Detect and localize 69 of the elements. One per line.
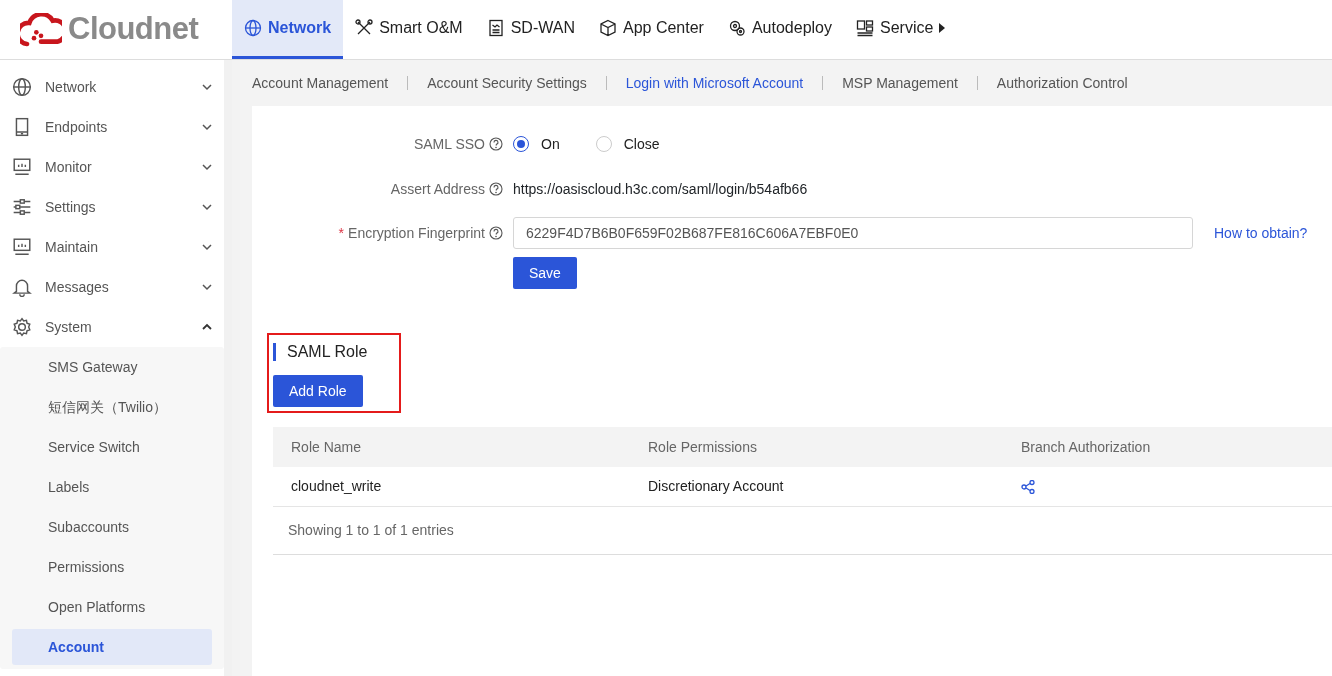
- sub-tab[interactable]: Account Management: [252, 72, 389, 94]
- sub-tab[interactable]: Authorization Control: [996, 72, 1128, 94]
- brand-name: Cloudnet: [68, 10, 199, 49]
- column-header: Role Name: [290, 437, 363, 457]
- top-nav-tab[interactable]: Service: [844, 0, 958, 59]
- radio-option[interactable]: On: [513, 133, 560, 155]
- sidebar-item[interactable]: Messages: [0, 267, 224, 307]
- chevron-icon: [202, 203, 212, 211]
- chevron-icon: [202, 83, 212, 91]
- document-icon: [486, 19, 505, 37]
- submenu-item[interactable]: Labels: [12, 467, 212, 507]
- pagination-info: Showing 1 to 1 of 1 entries: [273, 507, 1332, 555]
- submenu-item[interactable]: Account: [12, 629, 212, 665]
- section-title: SAML Role: [273, 343, 395, 361]
- gears-icon: [727, 19, 746, 37]
- required-mark: *: [338, 223, 345, 243]
- sliders-icon: [12, 197, 32, 217]
- globe-icon: [12, 77, 32, 97]
- sidebar-item[interactable]: Maintain: [0, 227, 224, 267]
- sidebar-item[interactable]: System: [0, 307, 224, 347]
- submenu-item[interactable]: Service Switch: [12, 427, 212, 467]
- share-icon[interactable]: [1021, 480, 1035, 495]
- help-icon: [489, 182, 503, 196]
- cube-icon: [599, 19, 617, 37]
- tools-icon: [355, 19, 374, 37]
- globe-icon: [244, 19, 262, 37]
- sub-tab[interactable]: Account Security Settings: [427, 72, 587, 94]
- field-label: SAML SSO: [413, 134, 485, 154]
- monitor-icon: [12, 157, 32, 177]
- layout-icon: [856, 19, 874, 37]
- sub-tab[interactable]: MSP Management: [842, 72, 958, 94]
- how-to-obtain-link[interactable]: How to obtain?: [1214, 222, 1308, 244]
- top-nav-tab[interactable]: App Center: [587, 0, 716, 59]
- field-label: Assert Address: [390, 179, 485, 199]
- submenu-item[interactable]: 短信网关（Twilio）: [12, 387, 212, 427]
- submenu-item[interactable]: Open Platforms: [12, 587, 212, 627]
- fingerprint-input[interactable]: 6229F4D7B6B0F659F02B687FE816C606A7EBF0E0: [513, 217, 1193, 249]
- radio-option[interactable]: Close: [595, 133, 660, 155]
- sidebar-item[interactable]: Network: [0, 67, 224, 107]
- help-icon: [489, 226, 503, 240]
- help-icon: [489, 137, 503, 151]
- field-label: Encryption Fingerprint: [348, 223, 485, 243]
- chevron-icon: [202, 243, 212, 251]
- table-cell-text: cloudnet_write: [290, 477, 383, 496]
- top-nav-tab[interactable]: Smart O&M: [343, 0, 475, 59]
- submenu-item[interactable]: SMS Gateway: [12, 347, 212, 387]
- sidebar-item[interactable]: Endpoints: [0, 107, 224, 147]
- top-nav-tab[interactable]: Autodeploy: [715, 0, 844, 59]
- monitor-icon: [12, 237, 32, 257]
- settings-icon: [12, 317, 32, 337]
- chevron-icon: [202, 283, 212, 291]
- save-button[interactable]: Save: [513, 257, 577, 289]
- chevron-icon: [202, 323, 212, 331]
- chevron-icon: [202, 123, 212, 131]
- submenu-item[interactable]: Permissions: [12, 547, 212, 587]
- assert-address-value: https://oasiscloud.h3c.com/saml/login/b54afb66: [513, 179, 808, 199]
- cloud-logo-icon: [20, 12, 62, 47]
- bell-icon: [12, 277, 32, 297]
- sub-tab[interactable]: Login with Microsoft Account: [625, 72, 804, 94]
- add-role-button[interactable]: Add Role: [273, 375, 363, 407]
- column-header: Role Permissions: [648, 437, 758, 457]
- chevron-icon: [202, 163, 212, 171]
- sidebar-item[interactable]: Settings: [0, 187, 224, 227]
- top-nav-tab[interactable]: Network: [232, 0, 344, 59]
- column-header: Branch Authorization: [1021, 437, 1152, 457]
- top-nav-tab[interactable]: SD-WAN: [474, 0, 587, 59]
- submenu-item[interactable]: Subaccounts: [12, 507, 212, 547]
- table-cell-text: Discretionary Account: [648, 477, 785, 496]
- sidebar-item[interactable]: Monitor: [0, 147, 224, 187]
